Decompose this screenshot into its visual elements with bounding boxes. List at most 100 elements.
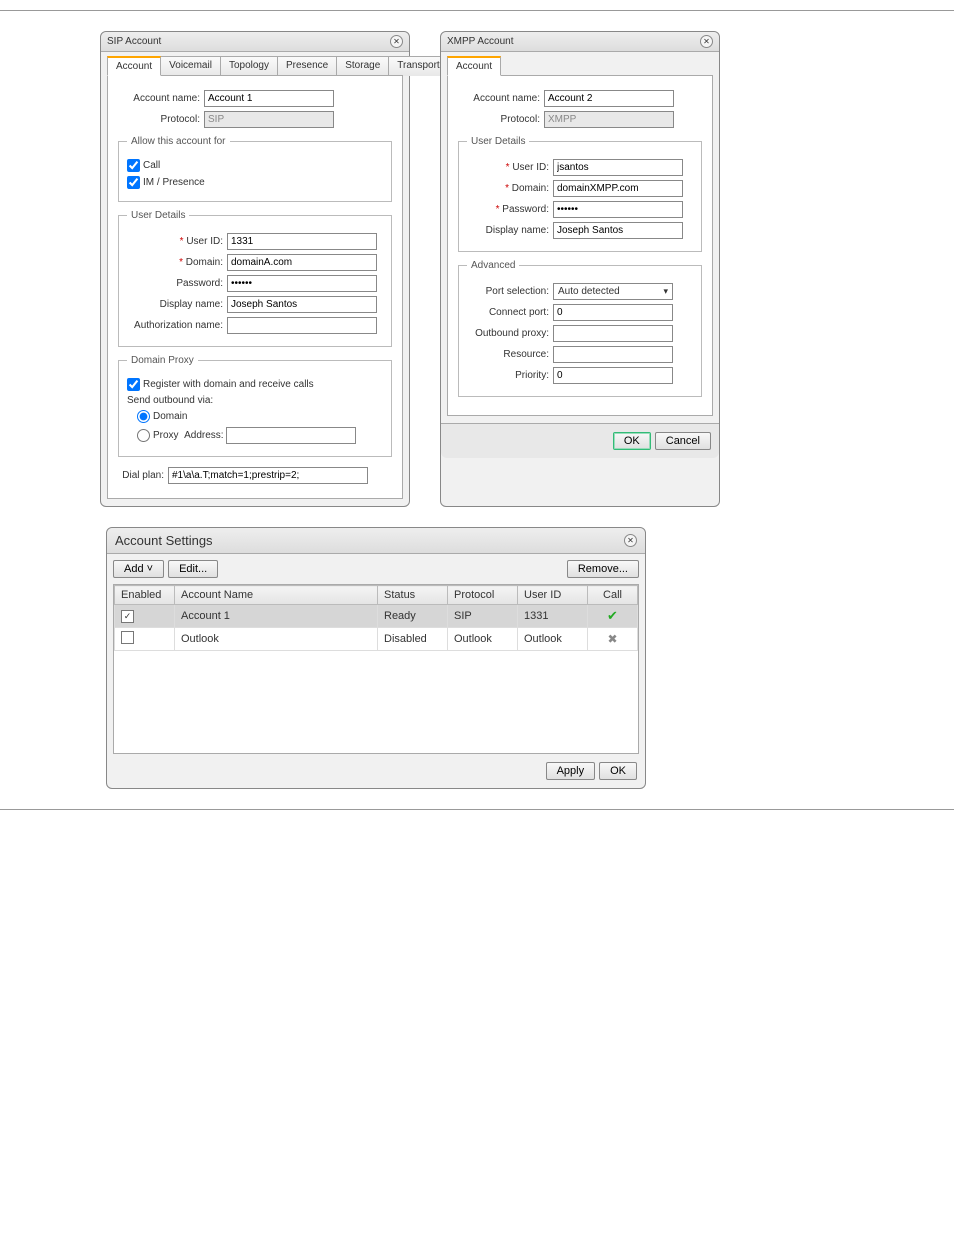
priority-label: Priority: xyxy=(467,370,553,381)
connect-port-field[interactable] xyxy=(553,304,673,321)
user-details-legend: User Details xyxy=(127,210,189,221)
tab-topology[interactable]: Topology xyxy=(220,56,278,76)
domain-field[interactable] xyxy=(227,254,377,271)
col-account-name[interactable]: Account Name xyxy=(175,586,378,605)
xmpp-panel: Account name: Protocol: User Details * U… xyxy=(447,75,713,416)
account-name-field[interactable] xyxy=(544,90,674,107)
port-selection-label: Port selection: xyxy=(467,286,553,297)
register-domain-label: Register with domain and receive calls xyxy=(143,379,314,390)
dialplan-field[interactable] xyxy=(168,467,368,484)
allow-legend: Allow this account for xyxy=(127,136,230,147)
display-name-label: Display name: xyxy=(467,225,553,236)
allow-account-fieldset: Allow this account for Call IM / Presenc… xyxy=(118,136,392,202)
col-userid[interactable]: User ID xyxy=(518,586,588,605)
account-name-label: Account name: xyxy=(458,93,544,104)
row-enabled-checkbox[interactable]: ✓ xyxy=(121,610,134,623)
resource-field[interactable] xyxy=(553,346,673,363)
domain-label: * Domain: xyxy=(467,183,553,194)
outbound-proxy-field[interactable] xyxy=(553,325,673,342)
outbound-proxy-label: Outbound proxy: xyxy=(467,328,553,339)
tab-presence[interactable]: Presence xyxy=(277,56,337,76)
register-domain-checkbox[interactable] xyxy=(127,378,140,391)
account-settings-window: Account Settings ✕ Add ˅ Edit... Remove.… xyxy=(106,527,646,789)
user-details-legend: User Details xyxy=(467,136,529,147)
remove-button[interactable]: Remove... xyxy=(567,560,639,578)
user-id-field[interactable] xyxy=(553,159,683,176)
table-row[interactable]: ✓ Account 1 Ready SIP 1331 ✔ xyxy=(115,605,638,628)
priority-field[interactable] xyxy=(553,367,673,384)
tab-voicemail[interactable]: Voicemail xyxy=(160,56,221,76)
protocol-label: Protocol: xyxy=(458,114,544,125)
apply-button[interactable]: Apply xyxy=(546,762,596,780)
col-enabled[interactable]: Enabled xyxy=(115,586,175,605)
col-protocol[interactable]: Protocol xyxy=(448,586,518,605)
row-enabled-checkbox[interactable] xyxy=(121,631,134,644)
allow-im-checkbox[interactable] xyxy=(127,176,140,189)
sip-window-title: SIP Account xyxy=(107,36,161,47)
ok-button[interactable]: OK xyxy=(613,432,651,450)
tab-account[interactable]: Account xyxy=(447,56,501,76)
row-name: Outlook xyxy=(175,628,378,651)
row-protocol: Outlook xyxy=(448,628,518,651)
advanced-fieldset: Advanced Port selection: Auto detected ▾… xyxy=(458,260,702,397)
allow-call-label: Call xyxy=(143,160,160,171)
edit-button[interactable]: Edit... xyxy=(168,560,218,578)
col-call[interactable]: Call xyxy=(588,586,638,605)
advanced-legend: Advanced xyxy=(467,260,519,271)
protocol-field xyxy=(544,111,674,128)
password-field[interactable] xyxy=(227,275,377,292)
allow-call-checkbox[interactable] xyxy=(127,159,140,172)
xmpp-account-window: XMPP Account ✕ Account Account name: Pro… xyxy=(440,31,720,507)
cancel-button[interactable]: Cancel xyxy=(655,432,711,450)
close-icon[interactable]: ✕ xyxy=(700,35,713,48)
account-name-field[interactable] xyxy=(204,90,334,107)
protocol-field xyxy=(204,111,334,128)
connect-port-label: Connect port: xyxy=(467,307,553,318)
sip-account-window: SIP Account ✕ Account Voicemail Topology… xyxy=(100,31,410,507)
domain-proxy-fieldset: Domain Proxy Register with domain and re… xyxy=(118,355,392,457)
proxy-address-field[interactable] xyxy=(226,427,356,444)
domain-label: * Domain: xyxy=(127,257,227,268)
tab-account[interactable]: Account xyxy=(107,56,161,76)
domain-proxy-legend: Domain Proxy xyxy=(127,355,198,366)
settings-title-bar: Account Settings ✕ xyxy=(107,528,645,554)
row-name: Account 1 xyxy=(175,605,378,628)
proxy-address-label: Address: xyxy=(184,430,223,441)
settings-window-title: Account Settings xyxy=(115,533,213,548)
xmpp-title-bar: XMPP Account ✕ xyxy=(441,32,719,52)
row-status: Ready xyxy=(378,605,448,628)
chevron-down-icon: ▾ xyxy=(663,286,668,297)
password-field[interactable] xyxy=(553,201,683,218)
password-label: * Password: xyxy=(467,204,553,215)
display-name-field[interactable] xyxy=(227,296,377,313)
auth-name-field[interactable] xyxy=(227,317,377,334)
row-userid: Outlook xyxy=(518,628,588,651)
send-outbound-label: Send outbound via: xyxy=(127,395,213,406)
user-id-field[interactable] xyxy=(227,233,377,250)
close-icon[interactable]: ✕ xyxy=(624,534,637,547)
ok-button[interactable]: OK xyxy=(599,762,637,780)
settings-toolbar: Add ˅ Edit... Remove... xyxy=(107,554,645,584)
user-id-label: * User ID: xyxy=(467,162,553,173)
col-status[interactable]: Status xyxy=(378,586,448,605)
xmpp-button-bar: OK Cancel xyxy=(441,423,719,458)
add-button[interactable]: Add ˅ xyxy=(113,560,164,578)
display-name-field[interactable] xyxy=(553,222,683,239)
auth-name-label: Authorization name: xyxy=(127,320,227,331)
outbound-proxy-radio[interactable] xyxy=(137,429,150,442)
row-protocol: SIP xyxy=(448,605,518,628)
outbound-domain-radio[interactable] xyxy=(137,410,150,423)
sip-panel: Account name: Protocol: Allow this accou… xyxy=(107,75,403,499)
domain-field[interactable] xyxy=(553,180,683,197)
tab-storage[interactable]: Storage xyxy=(336,56,389,76)
port-selection-dropdown[interactable]: Auto detected ▾ xyxy=(553,283,673,300)
table-row[interactable]: Outlook Disabled Outlook Outlook ✖ xyxy=(115,628,638,651)
close-icon[interactable]: ✕ xyxy=(390,35,403,48)
sip-title-bar: SIP Account ✕ xyxy=(101,32,409,52)
outbound-domain-label: Domain xyxy=(153,411,187,422)
x-icon: ✖ xyxy=(607,632,617,646)
accounts-table: Enabled Account Name Status Protocol Use… xyxy=(114,585,638,651)
user-details-fieldset: User Details * User ID: * Domain: Passwo… xyxy=(118,210,392,347)
row-status: Disabled xyxy=(378,628,448,651)
xmpp-window-title: XMPP Account xyxy=(447,36,514,47)
